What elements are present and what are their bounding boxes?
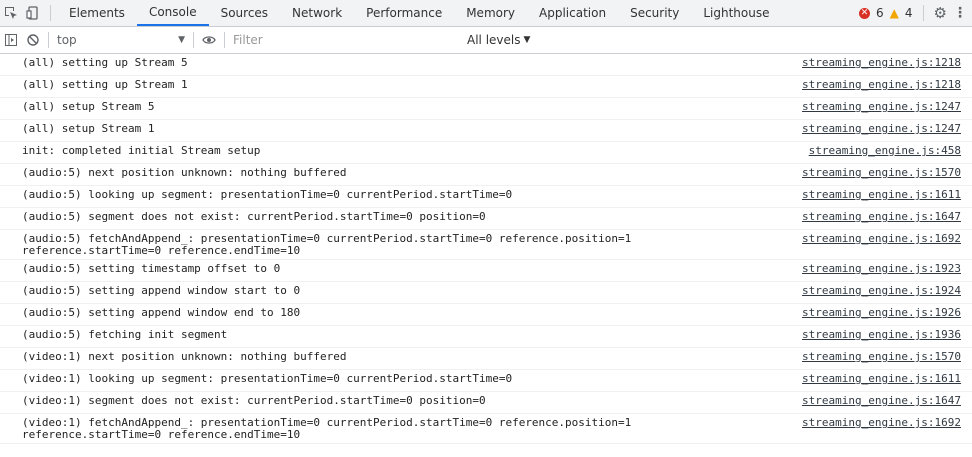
toolbar-divider bbox=[922, 5, 924, 21]
message-text: (video:1) next position unknown: nothing… bbox=[22, 350, 347, 363]
warning-count[interactable]: 4 bbox=[905, 6, 913, 20]
console-message: (audio:5) setting append window end to 1… bbox=[0, 304, 972, 326]
console-message: (audio:5) fetching init segment streaming… bbox=[0, 326, 972, 348]
tab-sources[interactable]: Sources bbox=[209, 0, 280, 26]
message-text: (audio:5) setting append window end to 1… bbox=[22, 306, 301, 319]
message-text: (audio:5) next position unknown: nothing… bbox=[22, 166, 347, 179]
message-text: (all) setup Stream 5 bbox=[22, 100, 155, 113]
caret-down-icon: ▼ bbox=[523, 35, 531, 45]
status-area: ✕ 6 ▲ 4 ⚙ ⋮ bbox=[859, 0, 972, 26]
source-link[interactable]: streaming_engine.js:1247 bbox=[781, 123, 972, 135]
source-link[interactable]: streaming_engine.js:1923 bbox=[781, 263, 972, 275]
sidebar-toggle-icon[interactable] bbox=[0, 34, 22, 46]
source-link[interactable]: streaming_engine.js:1218 bbox=[781, 57, 972, 69]
console-message: (all) setup Stream 5 streaming_engine.js:… bbox=[0, 98, 972, 120]
console-message: (video:1) fetchAndAppend_: presentationT… bbox=[0, 414, 972, 444]
tab-lighthouse[interactable]: Lighthouse bbox=[691, 0, 781, 26]
error-count[interactable]: 6 bbox=[876, 6, 884, 20]
message-text: (all) setting up Stream 1 bbox=[22, 78, 188, 91]
devtools-tabbar: Elements Console Sources Network Performance… bbox=[0, 0, 972, 27]
message-text: (audio:5) looking up segment: presentati… bbox=[22, 188, 513, 201]
message-text: (audio:5) setting append window start to… bbox=[22, 284, 301, 297]
source-link[interactable]: streaming_engine.js:458 bbox=[781, 145, 972, 157]
tab-memory[interactable]: Memory bbox=[454, 0, 527, 26]
tab-console[interactable]: Console bbox=[136, 0, 209, 26]
settings-gear-icon[interactable]: ⚙ bbox=[934, 4, 947, 22]
console-message: (audio:5) setting append window start to… bbox=[0, 282, 972, 304]
clear-console-icon[interactable] bbox=[22, 34, 44, 46]
console-message: (video:1) segment does not exist: curren… bbox=[0, 392, 972, 414]
caret-down-icon: ▼ bbox=[178, 35, 185, 45]
tab-elements[interactable]: Elements bbox=[57, 0, 137, 26]
source-link[interactable]: streaming_engine.js:1647 bbox=[781, 395, 972, 407]
console-message: (audio:5) setting timestamp offset to 0 s… bbox=[0, 260, 972, 282]
eye-icon[interactable] bbox=[198, 35, 220, 45]
tab-list: Elements Console Sources Network Performance… bbox=[57, 0, 782, 26]
device-toolbar-icon[interactable] bbox=[22, 0, 44, 26]
console-message: (video:1) next position unknown: nothing… bbox=[0, 348, 972, 370]
log-levels-dropdown[interactable]: All levels ▼ bbox=[461, 33, 536, 47]
source-link[interactable]: streaming_engine.js:1647 bbox=[781, 211, 972, 223]
filter-input[interactable] bbox=[229, 31, 461, 49]
console-messages: (all) setting up Stream 5 streaming_engin… bbox=[0, 54, 972, 444]
source-link[interactable]: streaming_engine.js:1570 bbox=[781, 167, 972, 179]
console-message: (all) setting up Stream 1 streaming_engin… bbox=[0, 76, 972, 98]
message-text: (audio:5) segment does not exist: curren… bbox=[22, 210, 486, 223]
error-icon[interactable]: ✕ bbox=[859, 7, 871, 19]
message-text: (all) setting up Stream 5 bbox=[22, 56, 188, 69]
toolbar-divider bbox=[224, 32, 225, 48]
message-text: (audio:5) setting timestamp offset to 0 bbox=[22, 262, 281, 275]
source-link[interactable]: streaming_engine.js:1247 bbox=[781, 101, 972, 113]
console-message: init: completed initial Stream setup stre… bbox=[0, 142, 972, 164]
source-link[interactable]: streaming_engine.js:1692 bbox=[781, 417, 972, 429]
console-message: (all) setup Stream 1 streaming_engine.js:… bbox=[0, 120, 972, 142]
message-text: (all) setup Stream 1 bbox=[22, 122, 155, 135]
console-message: (audio:5) next position unknown: nothing… bbox=[0, 164, 972, 186]
tab-application[interactable]: Application bbox=[527, 0, 618, 26]
message-text: (audio:5) fetching init segment bbox=[22, 328, 228, 341]
console-message: (audio:5) fetchAndAppend_: presentationT… bbox=[0, 230, 972, 260]
console-toolbar: top ▼ All levels ▼ bbox=[0, 27, 972, 54]
message-text: init: completed initial Stream setup bbox=[22, 144, 261, 157]
log-levels-label: All levels bbox=[467, 33, 521, 47]
source-link[interactable]: streaming_engine.js:1926 bbox=[781, 307, 972, 319]
toolbar-divider bbox=[48, 32, 49, 48]
message-text: (audio:5) fetchAndAppend_: presentationT… bbox=[22, 232, 632, 257]
tab-performance[interactable]: Performance bbox=[354, 0, 454, 26]
source-link[interactable]: streaming_engine.js:1692 bbox=[781, 233, 972, 245]
source-link[interactable]: streaming_engine.js:1570 bbox=[781, 351, 972, 363]
tab-security[interactable]: Security bbox=[618, 0, 691, 26]
toolbar-divider bbox=[50, 5, 51, 21]
tab-network[interactable]: Network bbox=[280, 0, 354, 26]
console-message: (video:1) looking up segment: presentati… bbox=[0, 370, 972, 392]
console-message: (audio:5) segment does not exist: curren… bbox=[0, 208, 972, 230]
inspect-element-icon[interactable] bbox=[0, 0, 22, 26]
source-link[interactable]: streaming_engine.js:1218 bbox=[781, 79, 972, 91]
message-text: (video:1) fetchAndAppend_: presentationT… bbox=[22, 416, 632, 441]
source-link[interactable]: streaming_engine.js:1611 bbox=[781, 373, 972, 385]
more-options-icon[interactable]: ⋮ bbox=[953, 5, 967, 21]
source-link[interactable]: streaming_engine.js:1924 bbox=[781, 285, 972, 297]
toolbar-divider bbox=[193, 32, 194, 48]
message-text: (video:1) looking up segment: presentati… bbox=[22, 372, 513, 385]
console-message: (all) setting up Stream 5 streaming_engin… bbox=[0, 54, 972, 76]
source-link[interactable]: streaming_engine.js:1936 bbox=[781, 329, 972, 341]
context-selector[interactable]: top ▼ bbox=[53, 33, 189, 47]
context-value: top bbox=[57, 33, 77, 47]
message-text: (video:1) segment does not exist: curren… bbox=[22, 394, 486, 407]
source-link[interactable]: streaming_engine.js:1611 bbox=[781, 189, 972, 201]
console-message: (audio:5) looking up segment: presentati… bbox=[0, 186, 972, 208]
warning-icon[interactable]: ▲ bbox=[890, 6, 899, 20]
